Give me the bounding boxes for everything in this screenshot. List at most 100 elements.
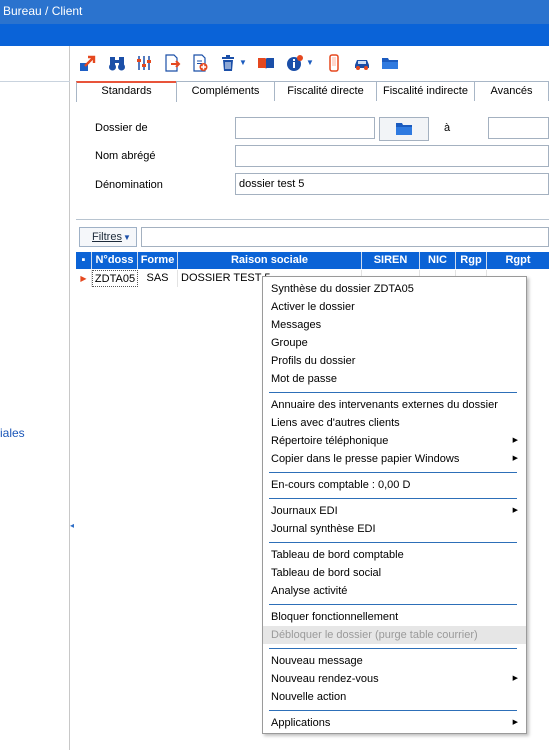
arrow-icon[interactable] [79, 54, 97, 72]
nom-abrege-field[interactable] [235, 145, 549, 167]
folder-icon[interactable] [381, 54, 399, 72]
trash-dropdown-icon[interactable]: ▼ [239, 58, 247, 68]
menu-item-repertoire[interactable]: Répertoire téléphonique ▶ [263, 432, 526, 450]
menu-item-applications[interactable]: Applications ▶ [263, 714, 526, 732]
menu-bar [0, 24, 549, 46]
menu-item-profils[interactable]: Profils du dossier [263, 352, 526, 370]
car-icon[interactable] [353, 54, 371, 72]
info-icon[interactable] [285, 54, 303, 72]
menu-item-synthese[interactable]: Synthèse du dossier ZDTA05 [263, 280, 526, 298]
menu-separator [269, 710, 517, 711]
menu-item-nouvelle-action[interactable]: Nouvelle action [263, 688, 526, 706]
submenu-arrow-icon: ▶ [512, 455, 518, 462]
menu-separator [269, 604, 517, 605]
folder-icon [396, 123, 412, 135]
trash-icon[interactable] [219, 54, 237, 72]
menu-item-label: En-cours comptable : 0,00 D [271, 479, 411, 491]
column-header-rgpt[interactable]: Rgpt [487, 252, 549, 269]
cell-forme[interactable]: SAS [138, 270, 178, 287]
left-pane-item-label[interactable]: iales [0, 426, 25, 440]
window-title-bar: Bureau / Client [0, 0, 549, 24]
sliders-icon[interactable] [135, 54, 153, 72]
column-header-nic[interactable]: NIC [420, 252, 456, 269]
a-label: à [444, 122, 451, 134]
document-export-icon[interactable] [163, 54, 181, 72]
menu-item-encours[interactable]: En-cours comptable : 0,00 D [263, 476, 526, 494]
menu-item-label: Journaux EDI [271, 505, 338, 517]
menu-item-tableau-comptable[interactable]: Tableau de bord comptable [263, 546, 526, 564]
phone-icon[interactable] [325, 54, 343, 72]
menu-item-label: Annuaire des intervenants externes du do… [271, 399, 498, 411]
menu-separator [269, 542, 517, 543]
menu-item-label: Copier dans le presse papier Windows [271, 453, 460, 465]
menu-item-label: Tableau de bord social [271, 567, 382, 579]
browse-folder-button[interactable] [379, 117, 429, 141]
filtres-button[interactable]: Filtres▼ [79, 227, 137, 247]
cell-ndoss[interactable]: ZDTA05 [92, 270, 138, 287]
submenu-arrow-icon: ▶ [512, 437, 518, 444]
book-icon[interactable] [257, 54, 275, 72]
menu-item-tableau-social[interactable]: Tableau de bord social [263, 564, 526, 582]
menu-item-label: Liens avec d'autres clients [271, 417, 400, 429]
submenu-arrow-icon: ▶ [512, 675, 518, 682]
menu-item-label: Nouveau message [271, 655, 363, 667]
tab-fiscalite-directe[interactable]: Fiscalité directe [274, 81, 377, 101]
column-header-forme[interactable]: Forme [138, 252, 178, 269]
filtres-label: Filtres [92, 231, 122, 243]
column-header-rgp[interactable]: Rgp [456, 252, 487, 269]
row-indicator-header: ▪ [76, 252, 92, 269]
nom-abrege-label: Nom abrégé [95, 150, 156, 162]
menu-item-liens[interactable]: Liens avec d'autres clients [263, 414, 526, 432]
menu-item-nouveau-message[interactable]: Nouveau message [263, 652, 526, 670]
menu-item-bloquer[interactable]: Bloquer fonctionnellement [263, 608, 526, 626]
collapse-arrow-icon[interactable]: ◂ [70, 520, 74, 532]
menu-item-journal-synthese-edi[interactable]: Journal synthèse EDI [263, 520, 526, 538]
filter-input[interactable] [141, 227, 549, 247]
menu-separator [269, 472, 517, 473]
tab-complements[interactable]: Compléments [176, 81, 275, 101]
search-form: Dossier de à Nom abrégé Dénomination dos… [76, 102, 549, 220]
menu-item-nouveau-rdv[interactable]: Nouveau rendez-vous ▶ [263, 670, 526, 688]
menu-item-label: Débloquer le dossier (purge table courri… [271, 629, 478, 641]
menu-item-activer[interactable]: Activer le dossier [263, 298, 526, 316]
dossier-to-field[interactable] [488, 117, 549, 139]
menu-item-groupe[interactable]: Groupe [263, 334, 526, 352]
menu-item-label: Tableau de bord comptable [271, 549, 404, 561]
menu-item-label: Mot de passe [271, 373, 338, 385]
current-row-arrow-icon: ▶ [76, 270, 92, 287]
menu-separator [269, 498, 517, 499]
menu-item-label: Nouvelle action [271, 691, 347, 703]
menu-item-analyse-activite[interactable]: Analyse activité [263, 582, 526, 600]
filter-bar: Filtres▼ [76, 225, 549, 249]
menu-separator [269, 392, 517, 393]
denomination-label: Dénomination [95, 179, 163, 191]
column-header-raison-sociale[interactable]: Raison sociale [178, 252, 362, 269]
tab-strip: Standards Compléments Fiscalité directe … [76, 81, 549, 102]
menu-item-label: Analyse activité [271, 585, 348, 597]
column-header-ndoss[interactable]: N°doss [92, 252, 138, 269]
info-dropdown-icon[interactable]: ▼ [306, 58, 314, 68]
dossier-from-field[interactable] [235, 117, 375, 139]
menu-item-label: Journal synthèse EDI [271, 523, 376, 535]
menu-item-journaux-edi[interactable]: Journaux EDI ▶ [263, 502, 526, 520]
menu-item-messages[interactable]: Messages [263, 316, 526, 334]
menu-item-mot-de-passe[interactable]: Mot de passe [263, 370, 526, 388]
menu-item-label: Applications [271, 717, 331, 729]
menu-item-annuaire[interactable]: Annuaire des intervenants externes du do… [263, 396, 526, 414]
menu-item-label: Messages [271, 319, 322, 331]
dossier-de-label: Dossier de [95, 122, 148, 134]
tab-avances[interactable]: Avancés [474, 81, 549, 101]
menu-item-debloquer: Débloquer le dossier (purge table courri… [263, 626, 526, 644]
tab-fiscalite-indirecte[interactable]: Fiscalité indirecte [376, 81, 475, 101]
window-title: Bureau / Client [3, 4, 83, 18]
pane-splitter[interactable] [70, 46, 74, 750]
binoculars-icon[interactable] [108, 54, 126, 72]
menu-item-copier[interactable]: Copier dans le presse papier Windows ▶ [263, 450, 526, 468]
left-pane-divider [0, 81, 70, 82]
menu-item-label: Synthèse du dossier ZDTA05 [271, 283, 414, 295]
tab-standards[interactable]: Standards [76, 81, 177, 102]
denomination-field[interactable]: dossier test 5 [235, 173, 549, 195]
document-add-icon[interactable] [191, 54, 209, 72]
submenu-arrow-icon: ▶ [512, 719, 518, 726]
column-header-siren[interactable]: SIREN [362, 252, 420, 269]
